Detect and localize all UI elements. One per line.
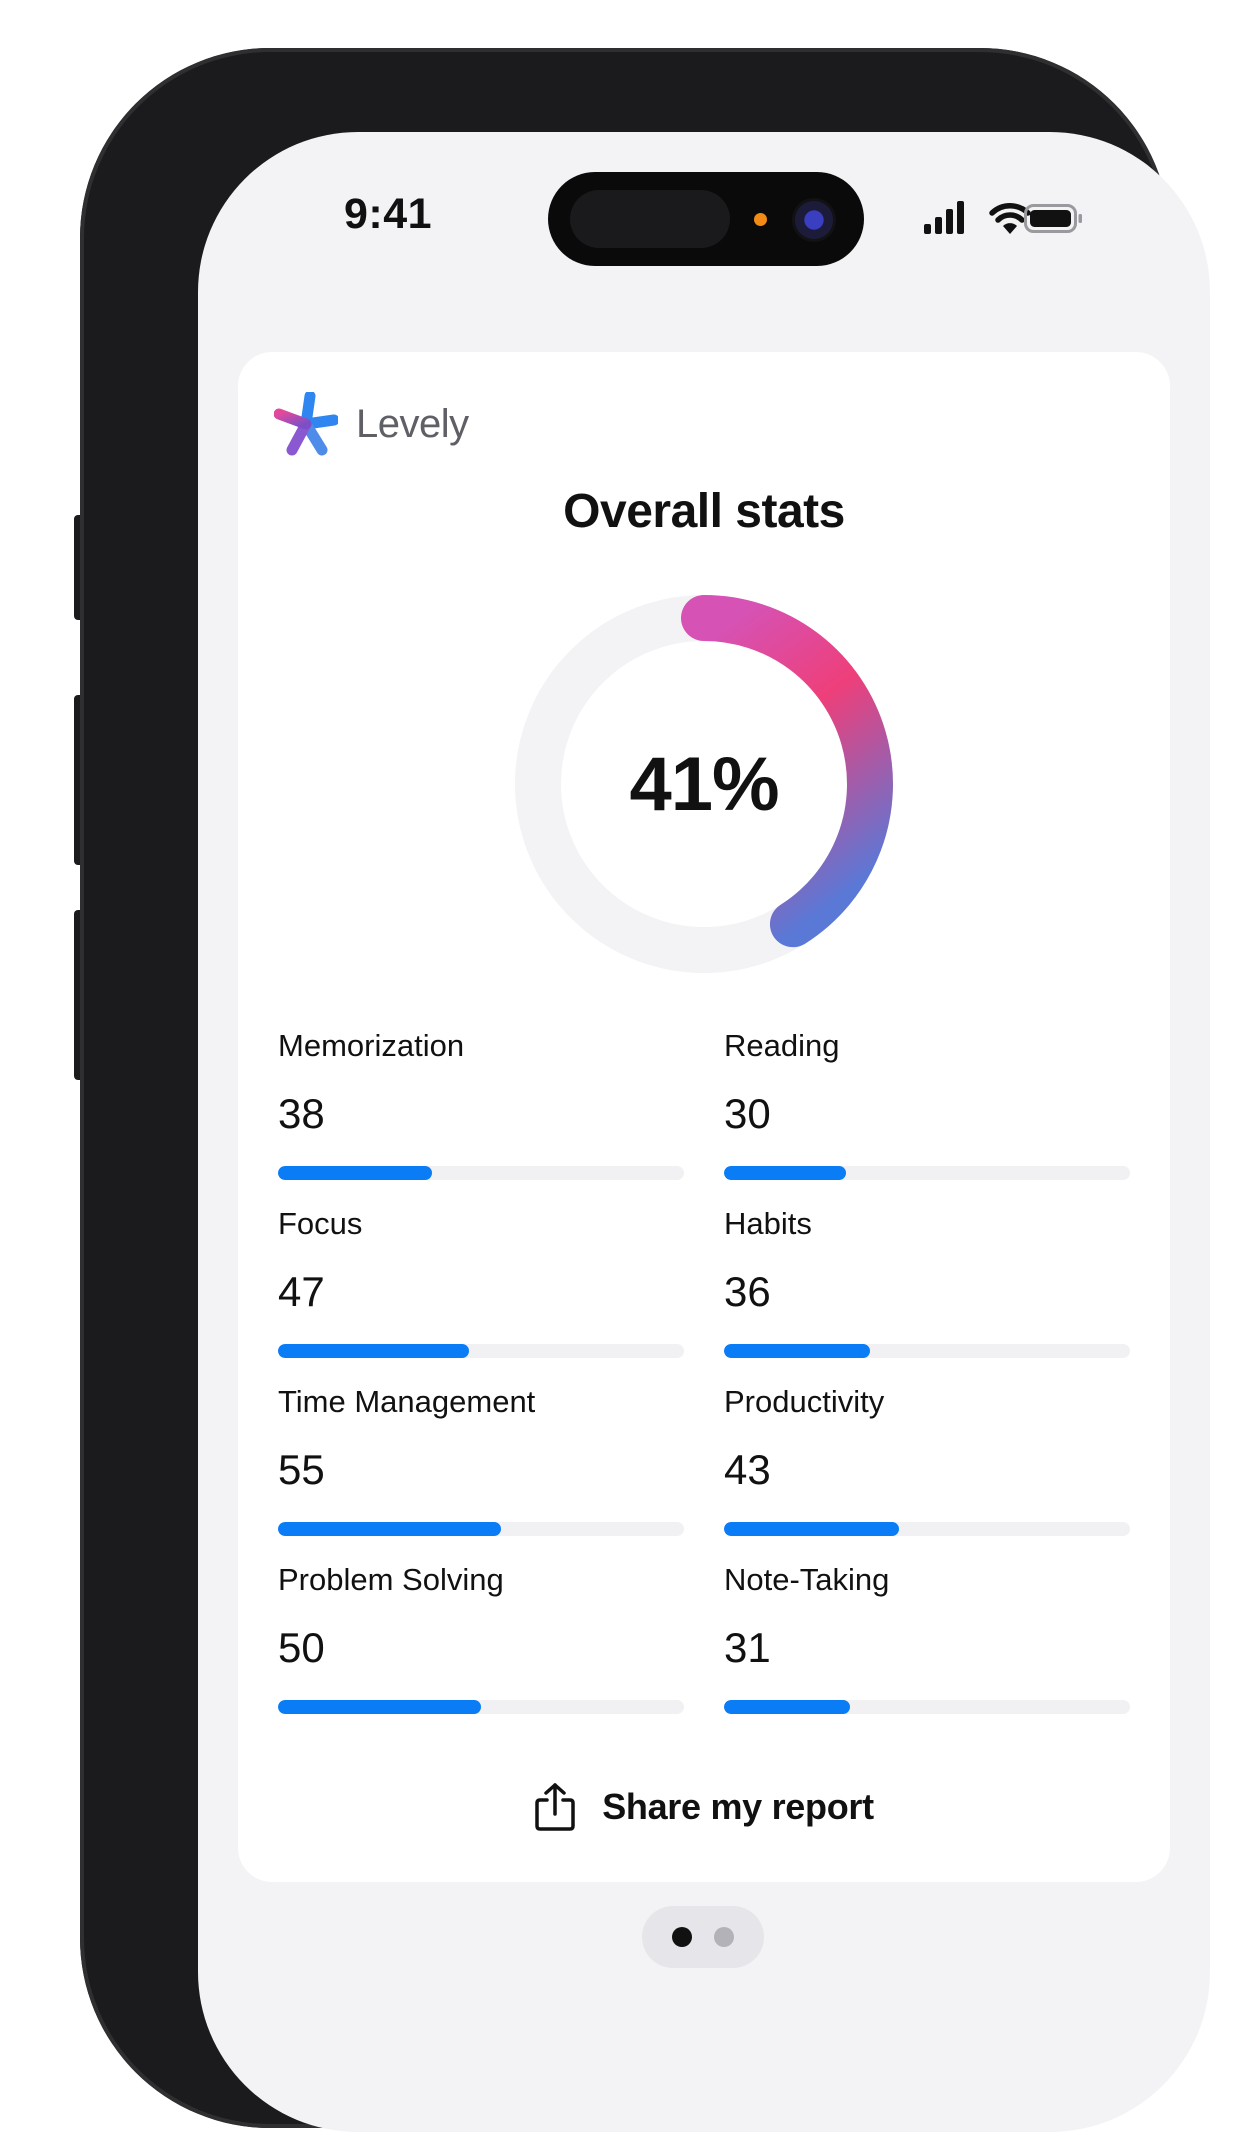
stat-item: Time Management 55 <box>278 1384 684 1562</box>
stat-progress-fill <box>724 1166 846 1180</box>
stat-progress-track <box>278 1166 684 1180</box>
stat-progress-fill <box>724 1522 899 1536</box>
page-dot[interactable] <box>714 1927 734 1947</box>
stat-progress-fill <box>278 1166 433 1180</box>
stat-value: 47 <box>278 1268 325 1315</box>
stat-progress-track <box>724 1166 1130 1180</box>
stat-label: Note-Taking <box>724 1562 890 1597</box>
stats-grid: Memorization 38 Reading 30 Focus 47 Habits 36 Ti… <box>278 1028 1130 1740</box>
stat-value: 38 <box>278 1090 325 1137</box>
stat-progress-fill <box>724 1344 871 1358</box>
wifi-icon <box>989 203 1031 234</box>
card-title: Overall stats <box>563 485 845 538</box>
stat-label: Reading <box>724 1028 840 1063</box>
share-report-button[interactable]: Share my report <box>238 1782 1170 1832</box>
stat-label: Productivity <box>724 1384 885 1419</box>
stat-label: Problem Solving <box>278 1562 504 1597</box>
stat-progress-track <box>278 1344 684 1358</box>
stat-value: 43 <box>724 1446 771 1493</box>
stat-item: Productivity 43 <box>724 1384 1130 1562</box>
stat-value: 31 <box>724 1624 771 1671</box>
phone-frame: 9:41 Levely Overall stats 41% Memorizati… <box>80 48 1210 2132</box>
stat-progress-track <box>278 1522 684 1536</box>
stat-value: 30 <box>724 1090 771 1137</box>
stat-label: Memorization <box>278 1028 465 1063</box>
page-dot-active[interactable] <box>672 1927 692 1947</box>
stat-item: Habits 36 <box>724 1206 1130 1384</box>
stat-progress-fill <box>278 1700 481 1714</box>
stat-label: Habits <box>724 1206 812 1241</box>
stat-value: 55 <box>278 1446 325 1493</box>
stat-progress-fill <box>278 1344 469 1358</box>
battery-icon <box>1024 204 1082 233</box>
privacy-indicator-dot <box>754 213 767 226</box>
stat-progress-fill <box>278 1522 502 1536</box>
stat-item: Reading 30 <box>724 1028 1130 1206</box>
stat-item: Memorization 38 <box>278 1028 684 1206</box>
stat-progress-fill <box>724 1700 850 1714</box>
phone-screen: 9:41 Levely Overall stats 41% Memorizati… <box>198 132 1210 2132</box>
app-name: Levely <box>356 401 469 446</box>
stat-value: 50 <box>278 1624 325 1671</box>
stat-progress-track <box>724 1700 1130 1714</box>
page-indicator[interactable] <box>642 1906 764 1968</box>
share-icon <box>535 1783 575 1831</box>
island-sensor <box>570 190 730 248</box>
levely-asterisk-icon <box>274 392 338 456</box>
status-icons <box>924 201 1082 234</box>
stat-progress-track <box>724 1522 1130 1536</box>
stat-value: 36 <box>724 1268 771 1315</box>
cellular-signal-icon <box>924 201 964 234</box>
stat-label: Time Management <box>278 1384 536 1419</box>
status-time: 9:41 <box>344 190 433 238</box>
stats-card: Levely Overall stats 41% Memorization 38… <box>238 352 1170 1882</box>
overall-progress-ring: 41% <box>514 594 894 974</box>
stat-label: Focus <box>278 1206 363 1241</box>
dynamic-island <box>548 172 864 266</box>
stat-item: Focus 47 <box>278 1206 684 1384</box>
stat-item: Note-Taking 31 <box>724 1562 1130 1740</box>
share-label: Share my report <box>602 1786 874 1827</box>
stat-item: Problem Solving 50 <box>278 1562 684 1740</box>
front-camera <box>792 198 836 242</box>
app-logo: Levely <box>274 392 469 456</box>
stat-progress-track <box>278 1700 684 1714</box>
overall-percent-label: 41% <box>629 741 779 827</box>
stat-progress-track <box>724 1344 1130 1358</box>
